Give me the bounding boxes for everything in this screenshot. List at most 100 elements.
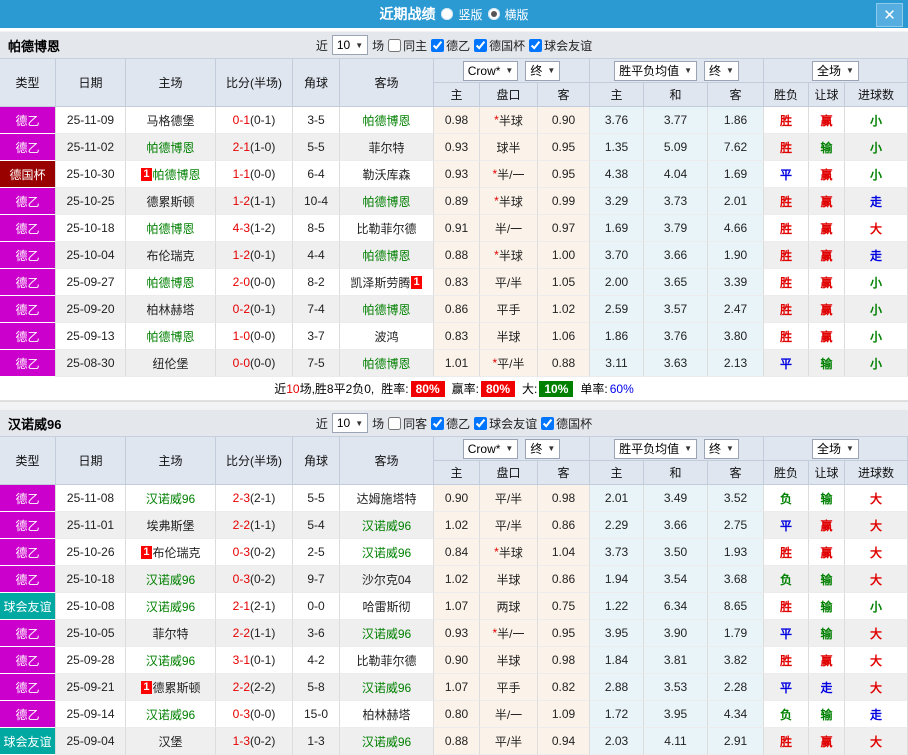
league-filter[interactable]: 德乙 <box>431 415 470 432</box>
away-odds: 0.98 <box>538 485 590 512</box>
chevron-down-icon: ▼ <box>505 444 514 453</box>
result-wdl: 平 <box>764 350 809 377</box>
match-row: 德乙 25-11-08 汉诺威96 2-3 (2-1) 5-5 达姆施塔特 0.90 平/半 0.… <box>0 485 908 512</box>
away-odds: 0.95 <box>538 161 590 188</box>
home-team: 1 帕德博恩 <box>126 161 216 188</box>
result-goals: 大 <box>845 620 908 647</box>
match-row: 德乙 25-09-20 柏林赫塔 0-2 (0-1) 7-4 帕德博恩 0.86 平手 1.02 2… <box>0 296 908 323</box>
match-count-dropdown[interactable]: 10 ▼ <box>331 35 369 55</box>
fulltime-score: 0-3 <box>232 545 250 559</box>
league-badge: 德乙 <box>0 512 56 539</box>
fulltime-score: 1-2 <box>232 248 250 262</box>
corners: 0-0 <box>293 593 340 620</box>
section-header: 帕德博恩 近 10 ▼ 场 同主 德乙 德国杯 球会友谊 <box>0 31 908 58</box>
halftime-score: (1-1) <box>250 518 276 532</box>
result-wdl: 胜 <box>764 242 809 269</box>
league-filter-checkbox[interactable] <box>431 416 445 430</box>
league-filter-checkbox[interactable] <box>541 416 555 430</box>
team-name-text: 帕德博恩 <box>146 140 195 155</box>
avg-away-odds: 8.65 <box>708 593 764 620</box>
same-venue-filter-checkbox[interactable] <box>388 416 402 430</box>
stat-value: 80% <box>410 380 445 397</box>
league-badge: 德乙 <box>0 323 56 350</box>
fulltime-score: 2-2 <box>232 518 250 532</box>
score: 0-3 (0-2) <box>216 566 293 593</box>
league-badge: 德乙 <box>0 134 56 161</box>
scope-dropdown-value: 全场 <box>817 64 842 78</box>
result-goals: 小 <box>845 323 908 350</box>
same-venue-filter[interactable]: 同客 <box>388 415 427 432</box>
avg-stage-dropdown[interactable]: 终 ▼ <box>704 60 739 81</box>
league-filter-checkbox[interactable] <box>431 38 445 52</box>
home-team: 马格德堡 <box>126 107 216 134</box>
avg-stage-dropdown[interactable]: 终 ▼ <box>704 438 739 459</box>
view-radio[interactable] <box>487 8 500 20</box>
home-odds: 0.90 <box>434 485 480 512</box>
sub-column-header: 盘口 <box>480 83 538 107</box>
same-venue-filter[interactable]: 同主 <box>388 37 427 54</box>
handicap: 半球 <box>480 323 538 350</box>
match-row: 德乙 25-10-26 1 布伦瑞克 0-3 (0-2) 2-5 汉诺威96 0.84 * 半球 1.… <box>0 539 908 566</box>
result-goals: 小 <box>845 134 908 161</box>
result-goals: 大 <box>845 566 908 593</box>
bookmaker-dropdown[interactable]: Crow* ▼ <box>462 438 519 459</box>
fulltime-score: 1-1 <box>232 167 250 181</box>
fulltime-score: 1-2 <box>232 194 250 208</box>
league-filter[interactable]: 球会友谊 <box>529 37 592 54</box>
bookmaker-dropdown[interactable]: Crow* ▼ <box>462 60 519 81</box>
league-filter[interactable]: 德国杯 <box>541 415 592 432</box>
result-goals: 大 <box>845 485 908 512</box>
corners: 8-2 <box>293 269 340 296</box>
sub-column-header: 盘口 <box>480 461 538 485</box>
scope-dropdown[interactable]: 全场 ▼ <box>812 60 859 81</box>
away-team: 比勒菲尔德 <box>340 647 434 674</box>
league-badge: 德乙 <box>0 701 56 728</box>
view-radio[interactable] <box>441 8 454 20</box>
avg-home-odds: 3.95 <box>590 620 644 647</box>
avg-type-dropdown-value: 胜平负均值 <box>619 64 680 78</box>
team-name-text: 汉诺威96 <box>145 707 196 722</box>
match-row: 球会友谊 25-10-08 汉诺威96 2-1 (2-1) 0-0 哈雷斯彻 1.07 两球 0.… <box>0 593 908 620</box>
league-filter-checkbox[interactable] <box>474 38 488 52</box>
rank-badge: 1 <box>141 680 152 694</box>
match-count-dropdown[interactable]: 10 ▼ <box>331 413 369 433</box>
avg-home-odds: 1.35 <box>590 134 644 161</box>
close-button[interactable]: ✕ <box>876 3 903 27</box>
league-filter[interactable]: 德国杯 <box>474 37 525 54</box>
summary-record: 场,胜8平2负0, <box>299 382 375 396</box>
avg-draw-odds: 3.81 <box>644 647 708 674</box>
match-date: 25-09-14 <box>56 701 126 728</box>
halftime-score: (1-1) <box>250 194 276 208</box>
league-filter[interactable]: 德乙 <box>431 37 470 54</box>
avg-type-dropdown[interactable]: 胜平负均值 ▼ <box>614 60 697 81</box>
league-filter-checkbox[interactable] <box>529 38 543 52</box>
team-name-text: 菲尔特 <box>368 140 405 155</box>
league-badge: 德乙 <box>0 350 56 377</box>
team-name-text: 汉诺威96 <box>145 572 196 587</box>
chevron-down-icon: ▼ <box>726 444 734 453</box>
match-row: 德乙 25-10-18 帕德博恩 4-3 (1-2) 8-5 比勒菲尔德 0.91 半/一 0.9… <box>0 215 908 242</box>
result-wdl: 平 <box>764 512 809 539</box>
away-odds: 0.75 <box>538 593 590 620</box>
result-goals: 小 <box>845 296 908 323</box>
same-venue-filter-checkbox[interactable] <box>388 38 402 52</box>
halftime-score: (0-0) <box>250 167 276 181</box>
league-filter-checkbox[interactable] <box>474 416 488 430</box>
halftime-score: (0-0) <box>250 707 276 721</box>
odds-stage-dropdown[interactable]: 终 ▼ <box>525 438 561 459</box>
home-team: 帕德博恩 <box>126 215 216 242</box>
result-handicap: 输 <box>809 566 845 593</box>
odds-stage-dropdown[interactable]: 终 ▼ <box>525 60 561 81</box>
avg-type-dropdown[interactable]: 胜平负均值 ▼ <box>614 438 697 459</box>
league-filter[interactable]: 球会友谊 <box>474 415 537 432</box>
scope-dropdown[interactable]: 全场 ▼ <box>812 438 859 459</box>
home-team: 汉诺威96 <box>126 647 216 674</box>
away-odds: 0.94 <box>538 728 590 755</box>
result-goals: 大 <box>845 647 908 674</box>
matches-label: 场 <box>372 416 385 431</box>
match-row: 德乙 25-11-09 马格德堡 0-1 (0-1) 3-5 帕德博恩 0.98 * 半球 0.90… <box>0 107 908 134</box>
avg-away-odds: 1.86 <box>708 107 764 134</box>
avg-draw-odds: 5.09 <box>644 134 708 161</box>
column-header: 日期 <box>56 437 126 485</box>
match-row: 德乙 25-09-27 帕德博恩 2-0 (0-0) 8-2 凯泽斯劳腾 1 0.83 平/半 1.… <box>0 269 908 296</box>
